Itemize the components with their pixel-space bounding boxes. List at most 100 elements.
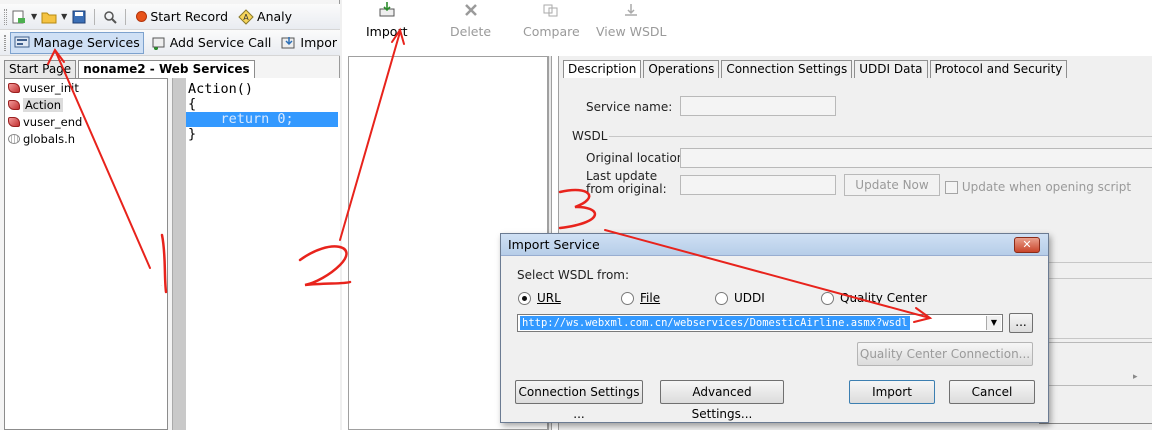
toolbar-separator bbox=[94, 8, 96, 25]
vugen-ide: ▼ ▼ Start Record A Analy Manage Services… bbox=[0, 0, 340, 430]
advanced-settings-button[interactable]: Advanced Settings... bbox=[660, 380, 784, 421]
browse-button[interactable]: ... bbox=[1009, 313, 1033, 333]
open-folder-icon[interactable] bbox=[41, 9, 57, 25]
tab-connection-settings[interactable]: Connection Settings bbox=[721, 60, 853, 78]
compare-icon bbox=[543, 2, 559, 18]
update-now-button[interactable]: Update Now bbox=[844, 174, 940, 196]
wsdl-group-label: WSDL bbox=[572, 129, 608, 143]
update-when-opening-label: Update when opening script bbox=[961, 180, 1132, 194]
radio-label: UDDI bbox=[734, 291, 765, 305]
group-divider bbox=[609, 136, 1152, 137]
service-name-field[interactable] bbox=[680, 96, 836, 116]
tree-item-globals[interactable]: globals.h bbox=[5, 130, 167, 147]
last-update-line2: from original: bbox=[586, 182, 667, 196]
code-editor[interactable]: Action() { return 0; } bbox=[186, 78, 340, 430]
chevron-down-icon[interactable]: ▼ bbox=[61, 12, 67, 21]
manage-services-label: Manage Services bbox=[33, 35, 140, 50]
original-location-field[interactable] bbox=[680, 148, 1152, 168]
delete-icon bbox=[463, 2, 479, 18]
last-update-field[interactable] bbox=[680, 175, 836, 195]
import-button[interactable]: Impor bbox=[278, 33, 340, 53]
tree-item-label: globals.h bbox=[23, 131, 76, 146]
tab-web-services[interactable]: noname2 - Web Services bbox=[78, 60, 255, 78]
delete-label: Delete bbox=[450, 24, 492, 39]
last-update-label: Last update from original: bbox=[586, 170, 667, 196]
import-button[interactable]: Import bbox=[849, 380, 935, 404]
tree-item-label: vuser_init bbox=[23, 80, 79, 95]
tree-item-action[interactable]: Action bbox=[5, 96, 167, 113]
add-service-call-icon bbox=[151, 35, 167, 51]
radio-file[interactable]: File bbox=[621, 291, 660, 305]
code-line: { bbox=[188, 96, 197, 112]
code-line-selected: return 0; bbox=[186, 112, 338, 127]
main-toolbar: ▼ ▼ Start Record A Analy bbox=[0, 4, 340, 30]
radio-label: File bbox=[640, 291, 661, 305]
tab-protocol-security[interactable]: Protocol and Security bbox=[929, 60, 1068, 78]
script-tree: vuser_init Action vuser_end globals.h bbox=[4, 78, 168, 430]
analyze-icon: A bbox=[238, 8, 254, 25]
original-location-label: Original location: bbox=[586, 151, 689, 165]
radio-dot bbox=[518, 291, 531, 305]
group-divider bbox=[1039, 278, 1152, 279]
chevron-down-icon[interactable]: ▼ bbox=[986, 316, 1001, 330]
view-wsdl-icon bbox=[623, 2, 639, 18]
group-divider bbox=[1039, 338, 1152, 339]
delete-service-button[interactable]: Delete bbox=[450, 2, 491, 39]
close-icon[interactable]: ✕ bbox=[1014, 237, 1040, 253]
tab-start-page[interactable]: Start Page bbox=[4, 60, 77, 78]
find-icon[interactable] bbox=[102, 9, 118, 25]
radio-quality-center[interactable]: Quality Center bbox=[821, 291, 927, 305]
dialog-title: Import Service bbox=[501, 234, 1048, 256]
update-when-opening-checkbox[interactable] bbox=[945, 181, 958, 194]
import-label: Import bbox=[366, 24, 408, 39]
radio-uddi[interactable]: UDDI bbox=[715, 291, 765, 305]
code-line: Action() bbox=[188, 81, 254, 97]
action-icon bbox=[8, 116, 20, 127]
tab-operations[interactable]: Operations bbox=[643, 60, 720, 78]
code-line: } bbox=[188, 126, 197, 142]
radio-label: Quality Center bbox=[840, 291, 928, 305]
view-wsdl-label: View WSDL bbox=[596, 24, 667, 39]
editor-gutter bbox=[172, 78, 186, 430]
connection-settings-button[interactable]: Connection Settings ... bbox=[515, 380, 643, 421]
tab-description[interactable]: Description bbox=[563, 60, 642, 78]
radio-url[interactable]: URL bbox=[518, 291, 561, 305]
tree-item-vuser-end[interactable]: vuser_end bbox=[5, 113, 167, 130]
cancel-button[interactable]: Cancel bbox=[949, 380, 1035, 404]
compare-button[interactable]: Compare bbox=[523, 2, 580, 39]
start-record-button[interactable]: Start Record bbox=[133, 7, 231, 26]
radio-dot bbox=[715, 291, 728, 305]
update-when-opening-option[interactable]: Update when opening script bbox=[945, 180, 1131, 194]
header-file-icon bbox=[8, 133, 20, 144]
wsdl-url-combobox[interactable]: http://ws.webxml.com.cn/webservices/Dome… bbox=[517, 314, 1003, 332]
tree-item-label: vuser_end bbox=[23, 114, 83, 129]
manage-services-icon bbox=[14, 35, 30, 51]
import-service-dialog: Import Service ✕ Select WSDL from: URL F… bbox=[500, 233, 1049, 423]
scroll-right-icon[interactable]: ▸ bbox=[1133, 372, 1138, 382]
radio-label: URL bbox=[537, 291, 561, 305]
import-label: Impor bbox=[300, 35, 337, 50]
tab-uddi-data[interactable]: UDDI Data bbox=[854, 60, 928, 78]
toolbar-grip[interactable] bbox=[4, 34, 7, 51]
toolbar-separator bbox=[125, 8, 127, 25]
import-service-button[interactable]: Import bbox=[366, 2, 408, 39]
toolbar-grip[interactable] bbox=[4, 8, 7, 25]
wsdl-source-options: URL File UDDI Quality Center bbox=[518, 291, 1038, 307]
details-tabs: Description Operations Connection Settin… bbox=[563, 60, 1069, 78]
manage-services-button[interactable]: Manage Services bbox=[10, 31, 144, 54]
tree-item-vuser-init[interactable]: vuser_init bbox=[5, 79, 167, 96]
chevron-down-icon[interactable]: ▼ bbox=[31, 12, 37, 21]
save-icon[interactable] bbox=[71, 9, 87, 25]
group-divider bbox=[1039, 262, 1152, 263]
new-script-icon[interactable] bbox=[11, 9, 27, 25]
analyze-button[interactable]: A Analy bbox=[235, 7, 295, 27]
import-icon bbox=[379, 2, 395, 18]
tree-item-label: Action bbox=[23, 97, 64, 112]
web-services-toolbar: Manage Services Add Service Call Impor bbox=[0, 30, 340, 56]
add-service-call-button[interactable]: Add Service Call bbox=[148, 33, 275, 53]
action-icon bbox=[8, 82, 20, 93]
view-wsdl-button[interactable]: View WSDL bbox=[596, 2, 667, 39]
group-divider bbox=[1039, 423, 1152, 424]
wsdl-url-value: http://ws.webxml.com.cn/webservices/Dome… bbox=[520, 316, 910, 330]
quality-center-connection-button[interactable]: Quality Center Connection... bbox=[857, 342, 1033, 366]
